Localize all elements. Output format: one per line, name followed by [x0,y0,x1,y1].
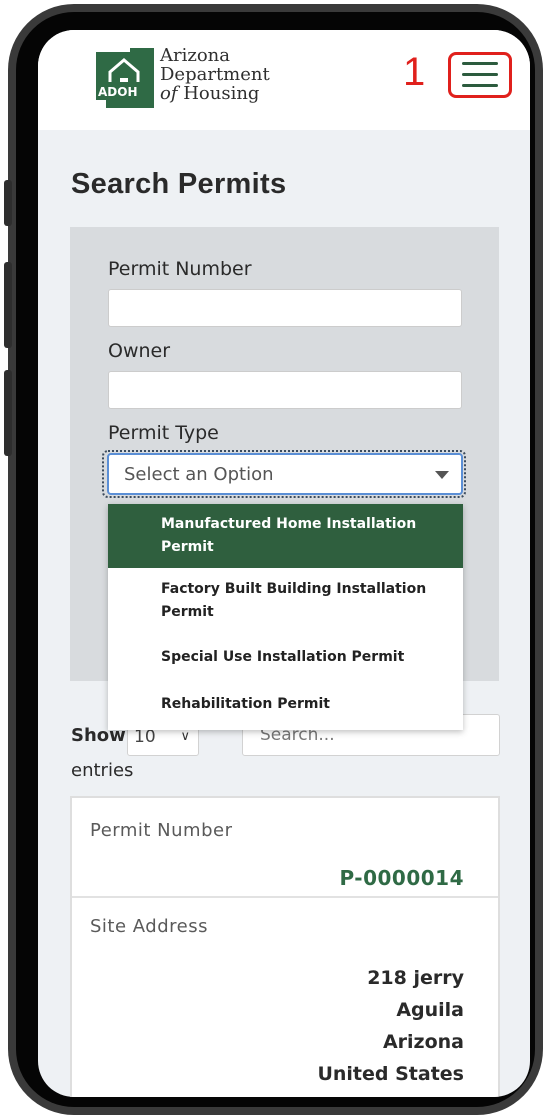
permit-type-selected-value: Select an Option [124,464,274,485]
hamburger-menu-icon [462,62,498,65]
permit-type-select[interactable]: Select an Option [107,453,463,495]
site-header: ADOH Arizona Department of Housing 1 [38,30,530,130]
site-address-value: 218 jerry Aguila Arizona United States 9… [317,962,464,1097]
permit-number-input[interactable] [108,289,462,327]
step-annotation-number: 1 [403,50,426,94]
agency-name[interactable]: Arizona Department of Housing [160,46,270,103]
permit-type-label: Permit Type [108,422,219,444]
permit-type-dropdown: Manufactured Home Installation Permit Fa… [108,504,463,730]
caret-down-icon [435,471,449,479]
permit-number-header: Permit Number [90,820,233,841]
address-line: 218 jerry [367,967,464,989]
hamburger-bar-3 [462,84,498,87]
card-divider [72,896,498,898]
address-line: Arizona [382,1031,464,1053]
phone-silent-switch [4,180,12,226]
owner-input[interactable] [108,371,462,409]
permit-number-label: Permit Number [108,258,252,280]
agency-name-of: of [160,83,178,104]
chevron-down-icon: ∨ [180,729,190,744]
address-line: Aguila [396,999,464,1021]
address-line: 99613 [317,1090,464,1097]
hamburger-bar-2 [462,73,498,76]
hamburger-menu-button[interactable] [448,52,512,98]
agency-name-line-3: of Housing [160,84,270,103]
permit-type-option[interactable]: Manufactured Home Installation Permit [108,504,463,568]
page-length-value: 10 [134,727,156,747]
address-line: United States [317,1063,464,1085]
entries-label: entries [71,760,134,781]
page-title: Search Permits [71,168,287,200]
permit-number-link[interactable]: P-0000014 [339,866,464,890]
permit-type-option[interactable]: Rehabilitation Permit [108,680,463,730]
owner-label: Owner [108,340,171,362]
agency-name-line-2: Department [160,64,270,85]
site-address-header: Site Address [90,916,208,937]
agency-name-line-1: Arizona [160,45,231,66]
phone-volume-down [4,370,12,456]
permit-type-option[interactable]: Special Use Installation Permit [108,634,463,680]
adoh-logo-icon[interactable]: ADOH [90,48,154,108]
permit-result-card: Permit Number P-0000014 Site Address 218… [70,796,500,1097]
svg-text:ADOH: ADOH [98,85,138,99]
phone-volume-up [4,262,12,348]
agency-name-housing: Housing [177,83,260,104]
permit-type-option[interactable]: Factory Built Building Installation Perm… [108,568,463,634]
phone-screen: ADOH Arizona Department of Housing 1 Sea… [38,30,530,1097]
